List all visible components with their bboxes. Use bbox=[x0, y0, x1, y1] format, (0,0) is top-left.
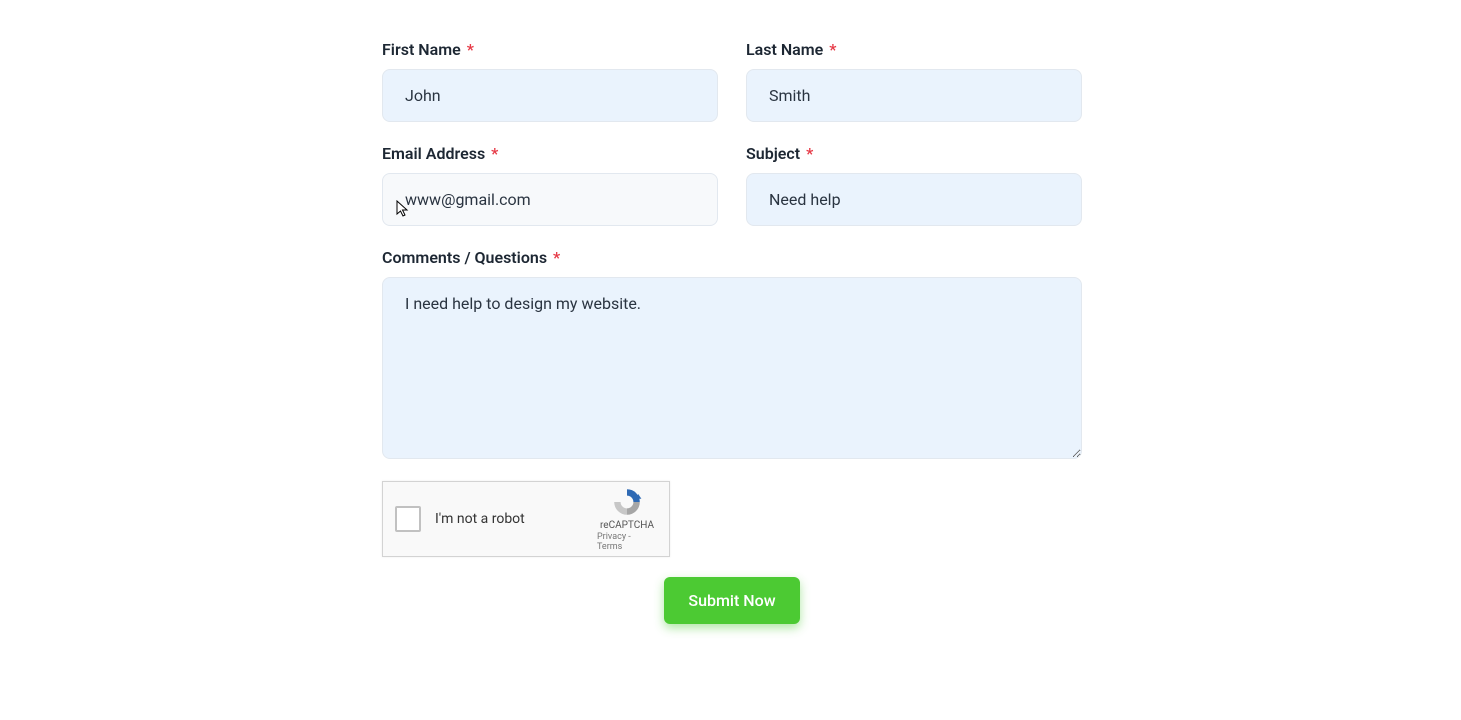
required-asterisk: * bbox=[829, 40, 836, 59]
row-contact: Email Address * Subject * bbox=[382, 144, 1082, 226]
email-input[interactable] bbox=[382, 173, 718, 226]
subject-label-text: Subject bbox=[746, 144, 800, 163]
submit-row: Submit Now bbox=[382, 577, 1082, 624]
first-name-label-text: First Name bbox=[382, 40, 461, 59]
first-name-input[interactable] bbox=[382, 69, 718, 122]
recaptcha-branding: reCAPTCHA Privacy - Terms bbox=[597, 486, 657, 552]
contact-form: First Name * Last Name * Email Address *… bbox=[382, 40, 1082, 624]
last-name-input[interactable] bbox=[746, 69, 1082, 122]
email-label-text: Email Address bbox=[382, 144, 485, 163]
recaptcha-icon bbox=[611, 486, 643, 518]
recaptcha-links: Privacy - Terms bbox=[597, 532, 657, 552]
first-name-label: First Name * bbox=[382, 40, 718, 59]
subject-input[interactable] bbox=[746, 173, 1082, 226]
recaptcha-brand-text: reCAPTCHA bbox=[600, 520, 654, 531]
comments-label-text: Comments / Questions bbox=[382, 248, 547, 267]
email-label: Email Address * bbox=[382, 144, 718, 163]
field-comments: Comments / Questions * bbox=[382, 248, 1082, 459]
recaptcha-separator: - bbox=[626, 532, 631, 542]
subject-label: Subject * bbox=[746, 144, 1082, 163]
required-asterisk: * bbox=[553, 248, 560, 267]
field-first-name: First Name * bbox=[382, 40, 718, 122]
comments-label: Comments / Questions * bbox=[382, 248, 1082, 267]
recaptcha-widget: I'm not a robot reCAPTCHA Privacy - Term… bbox=[382, 481, 670, 557]
recaptcha-terms-link[interactable]: Terms bbox=[597, 542, 622, 552]
recaptcha-privacy-link[interactable]: Privacy bbox=[597, 532, 626, 542]
field-subject: Subject * bbox=[746, 144, 1082, 226]
field-email: Email Address * bbox=[382, 144, 718, 226]
last-name-label-text: Last Name bbox=[746, 40, 823, 59]
last-name-label: Last Name * bbox=[746, 40, 1082, 59]
required-asterisk: * bbox=[491, 144, 498, 163]
recaptcha-checkbox[interactable] bbox=[395, 506, 421, 532]
row-name: First Name * Last Name * bbox=[382, 40, 1082, 122]
required-asterisk: * bbox=[806, 144, 813, 163]
comments-textarea[interactable] bbox=[382, 277, 1082, 459]
submit-button[interactable]: Submit Now bbox=[664, 577, 799, 624]
recaptcha-label: I'm not a robot bbox=[435, 511, 597, 527]
required-asterisk: * bbox=[467, 40, 474, 59]
field-last-name: Last Name * bbox=[746, 40, 1082, 122]
